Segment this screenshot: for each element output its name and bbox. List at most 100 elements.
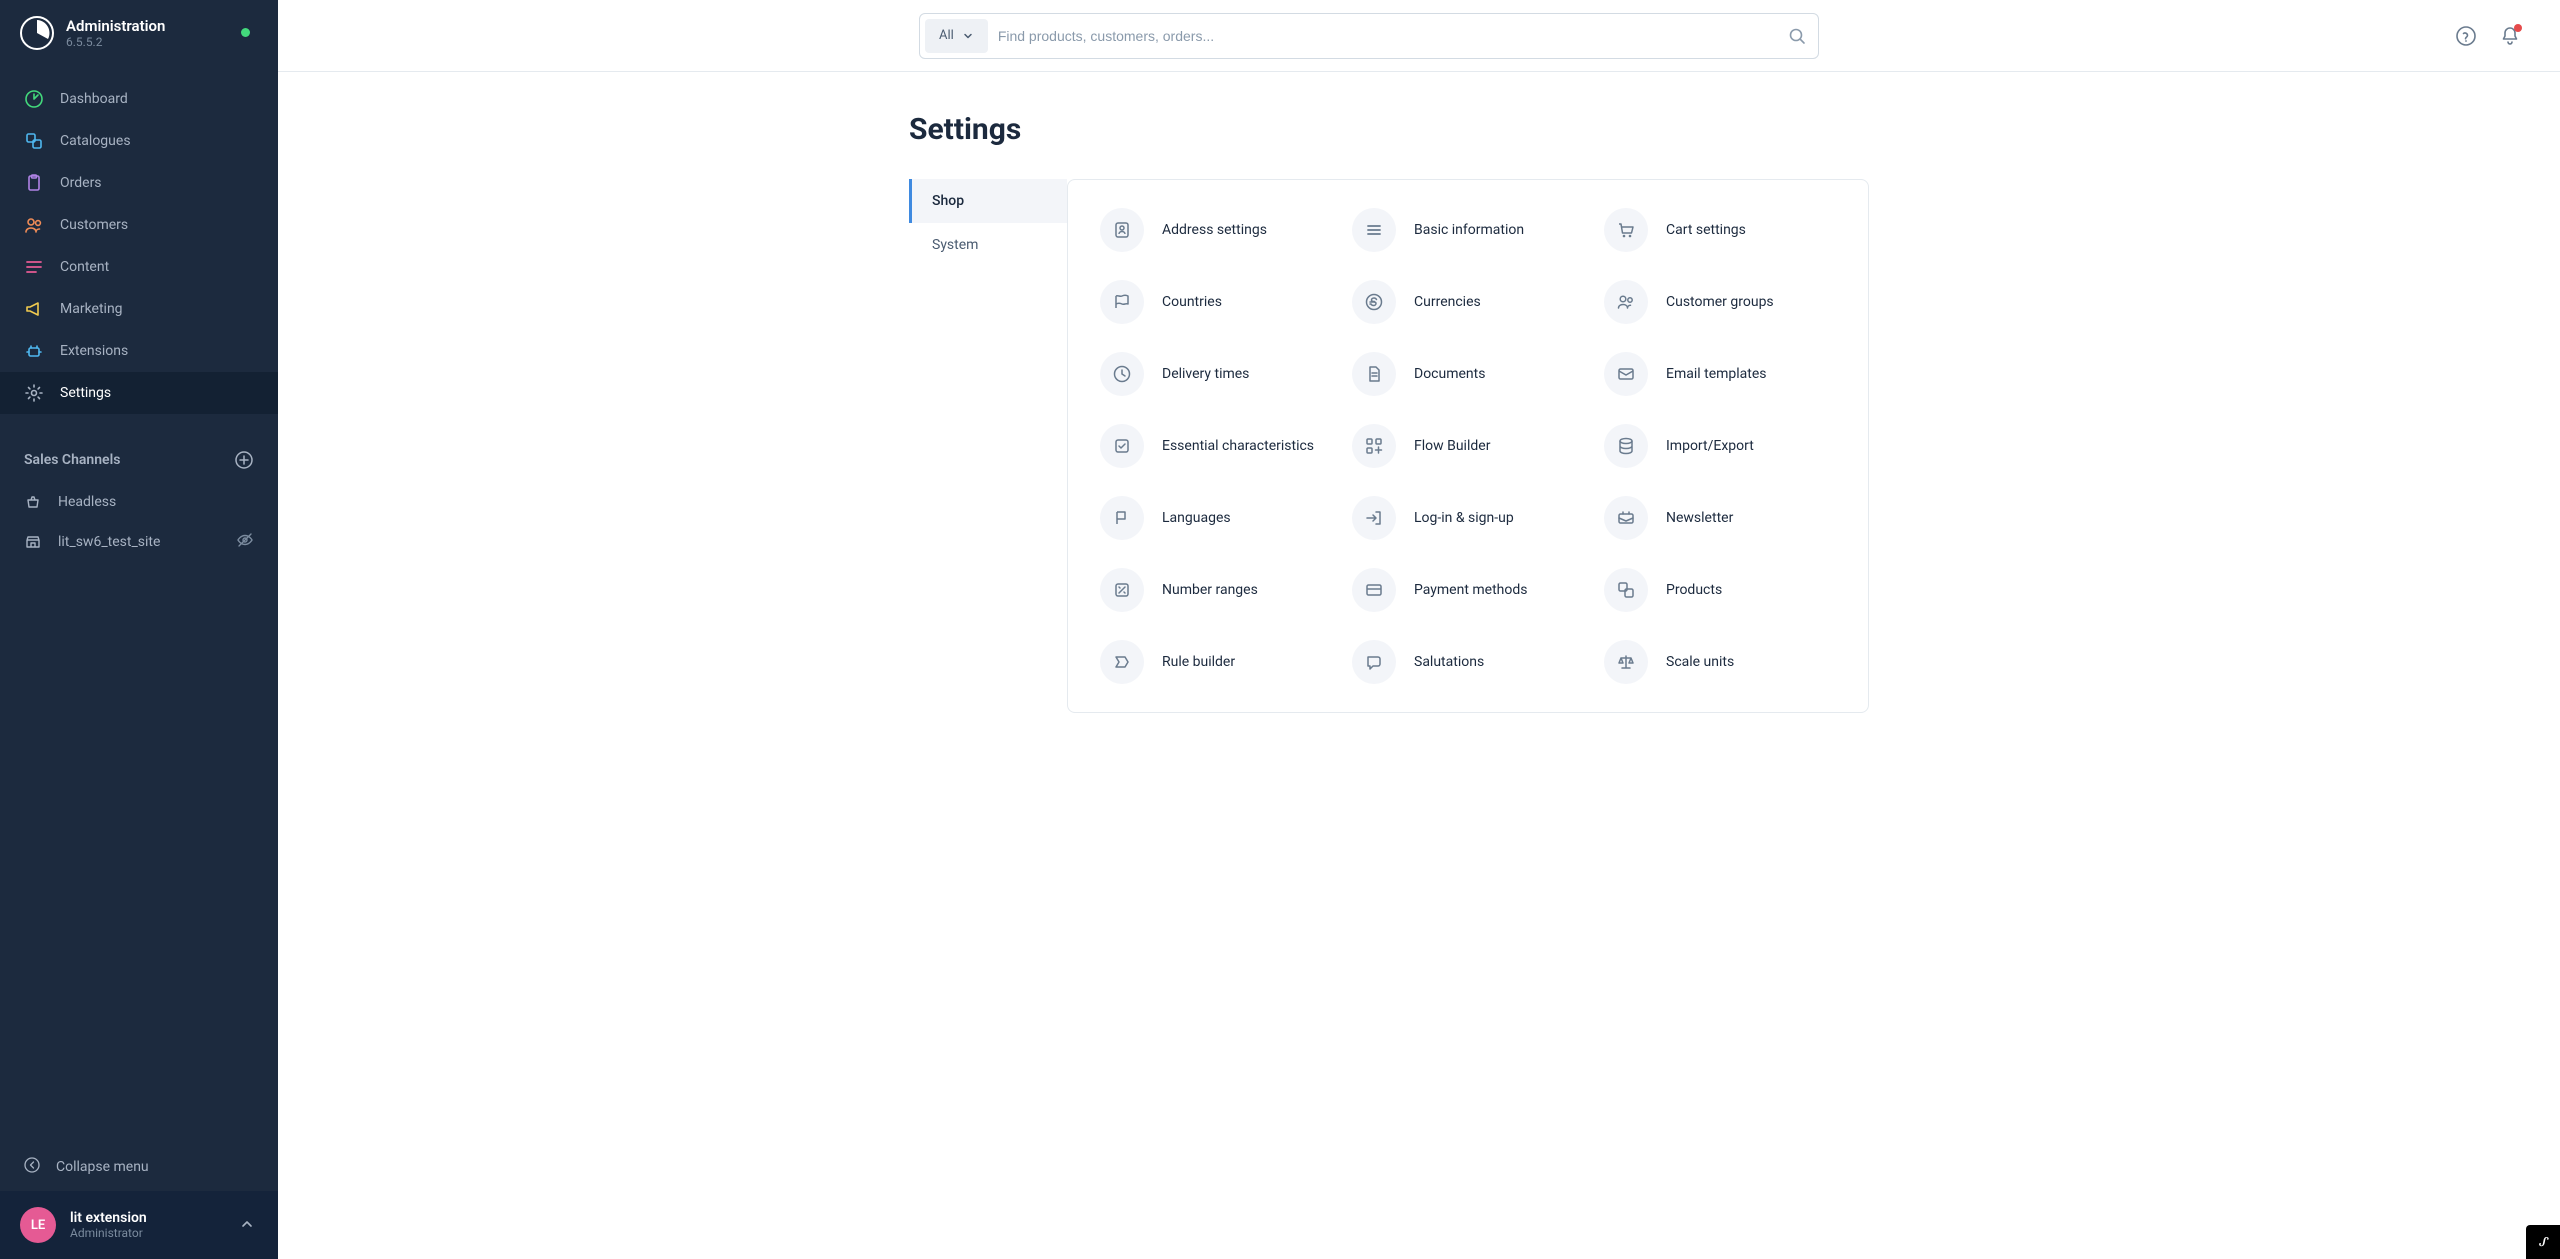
nav-item-marketing[interactable]: Marketing xyxy=(0,288,278,330)
symfony-toolbar-button[interactable] xyxy=(2526,1225,2560,1259)
search-filter-dropdown[interactable]: All xyxy=(925,19,988,53)
settings-tabs: ShopSystem xyxy=(909,179,1067,267)
help-button[interactable] xyxy=(2448,18,2484,54)
newsletter-icon xyxy=(1604,496,1648,540)
countries-icon xyxy=(1100,280,1144,324)
search-filter-label: All xyxy=(939,28,954,43)
settings-item-essential[interactable]: Essential characteristics xyxy=(1100,424,1332,468)
status-indicator xyxy=(241,28,250,37)
app-logo-icon xyxy=(20,16,54,50)
chevron-up-icon xyxy=(240,1216,254,1235)
nav-item-dashboard[interactable]: Dashboard xyxy=(0,78,278,120)
search-icon xyxy=(1788,27,1806,45)
settings-item-rule[interactable]: Rule builder xyxy=(1100,640,1332,684)
content-area: Settings ShopSystem Address settings Basi… xyxy=(278,72,2560,1259)
symfony-icon xyxy=(2532,1231,2554,1253)
settings-item-label: Email templates xyxy=(1666,366,1767,382)
delivery-icon xyxy=(1100,352,1144,396)
chevron-down-icon xyxy=(962,30,974,42)
search-button[interactable] xyxy=(1781,20,1813,52)
sidebar-header: Administration 6.5.5.2 xyxy=(0,0,278,66)
nav-item-settings[interactable]: Settings xyxy=(0,372,278,414)
basket-icon xyxy=(24,493,42,511)
settings-item-flow[interactable]: Flow Builder xyxy=(1352,424,1584,468)
nav-item-label: Catalogues xyxy=(60,133,131,149)
settings-item-documents[interactable]: Documents xyxy=(1352,352,1584,396)
settings-item-salutations[interactable]: Salutations xyxy=(1352,640,1584,684)
user-role: Administrator xyxy=(70,1226,147,1240)
page-title: Settings xyxy=(909,112,1869,147)
currencies-icon xyxy=(1352,280,1396,324)
channel-label: Headless xyxy=(58,494,116,510)
settings-item-cart[interactable]: Cart settings xyxy=(1604,208,1836,252)
settings-item-email[interactable]: Email templates xyxy=(1604,352,1836,396)
nav-item-catalogues[interactable]: Catalogues xyxy=(0,120,278,162)
storefront-icon xyxy=(24,533,42,551)
add-channel-button[interactable] xyxy=(234,450,254,470)
main-area: All S xyxy=(278,0,2560,1259)
nav-item-extensions[interactable]: Extensions xyxy=(0,330,278,372)
settings-item-countries[interactable]: Countries xyxy=(1100,280,1332,324)
payment-icon xyxy=(1352,568,1396,612)
collapse-menu-label: Collapse menu xyxy=(56,1159,149,1175)
nav-item-content[interactable]: Content xyxy=(0,246,278,288)
sidebar: Administration 6.5.5.2 Dashboard Catalogu… xyxy=(0,0,278,1259)
settings-item-newsletter[interactable]: Newsletter xyxy=(1604,496,1836,540)
settings-item-payment[interactable]: Payment methods xyxy=(1352,568,1584,612)
documents-icon xyxy=(1352,352,1396,396)
search-bar: All xyxy=(919,13,1819,59)
search-input[interactable] xyxy=(998,28,1771,44)
settings-icon xyxy=(24,383,44,403)
topbar: All xyxy=(278,0,2560,72)
settings-item-login[interactable]: Log-in & sign-up xyxy=(1352,496,1584,540)
channel-item[interactable]: Headless xyxy=(0,482,278,522)
settings-item-delivery[interactable]: Delivery times xyxy=(1100,352,1332,396)
sales-channels-header: Sales Channels xyxy=(0,426,278,478)
settings-item-import-export[interactable]: Import/Export xyxy=(1604,424,1836,468)
nav-item-orders[interactable]: Orders xyxy=(0,162,278,204)
catalogues-icon xyxy=(24,131,44,151)
collapse-menu-button[interactable]: Collapse menu xyxy=(0,1143,278,1191)
nav-item-label: Marketing xyxy=(60,301,123,317)
settings-item-products[interactable]: Products xyxy=(1604,568,1836,612)
notifications-button[interactable] xyxy=(2492,18,2528,54)
sales-channels-label: Sales Channels xyxy=(24,452,120,468)
settings-item-label: Countries xyxy=(1162,294,1222,310)
visibility-off-icon xyxy=(236,531,254,553)
settings-tab-shop[interactable]: Shop xyxy=(909,179,1067,223)
channels-list: Headless lit_sw6_test_site xyxy=(0,478,278,574)
settings-item-label: Payment methods xyxy=(1414,582,1527,598)
languages-icon xyxy=(1100,496,1144,540)
settings-item-label: Log-in & sign-up xyxy=(1414,510,1514,526)
settings-item-label: Documents xyxy=(1414,366,1485,382)
user-name: lit extension xyxy=(70,1210,147,1226)
collapse-icon xyxy=(24,1157,40,1177)
salutations-icon xyxy=(1352,640,1396,684)
settings-item-label: Essential characteristics xyxy=(1162,438,1314,454)
settings-item-info[interactable]: Basic information xyxy=(1352,208,1584,252)
settings-item-customer-groups[interactable]: Customer groups xyxy=(1604,280,1836,324)
settings-item-currencies[interactable]: Currencies xyxy=(1352,280,1584,324)
settings-item-languages[interactable]: Languages xyxy=(1100,496,1332,540)
channel-item[interactable]: lit_sw6_test_site xyxy=(0,522,278,562)
content-icon xyxy=(24,257,44,277)
nav-item-customers[interactable]: Customers xyxy=(0,204,278,246)
settings-item-number-ranges[interactable]: Number ranges xyxy=(1100,568,1332,612)
customers-icon xyxy=(24,215,44,235)
settings-item-label: Currencies xyxy=(1414,294,1481,310)
plus-circle-icon xyxy=(235,451,253,469)
settings-item-label: Languages xyxy=(1162,510,1231,526)
settings-item-label: Cart settings xyxy=(1666,222,1746,238)
dashboard-icon xyxy=(24,89,44,109)
customer-groups-icon xyxy=(1604,280,1648,324)
settings-item-label: Address settings xyxy=(1162,222,1267,238)
settings-item-label: Salutations xyxy=(1414,654,1484,670)
settings-tab-system[interactable]: System xyxy=(909,223,1067,267)
user-panel[interactable]: LE lit extension Administrator xyxy=(0,1191,278,1259)
nav-item-label: Dashboard xyxy=(60,91,128,107)
email-icon xyxy=(1604,352,1648,396)
settings-item-scale[interactable]: Scale units xyxy=(1604,640,1836,684)
notification-dot xyxy=(2514,24,2522,32)
marketing-icon xyxy=(24,299,44,319)
settings-item-address[interactable]: Address settings xyxy=(1100,208,1332,252)
